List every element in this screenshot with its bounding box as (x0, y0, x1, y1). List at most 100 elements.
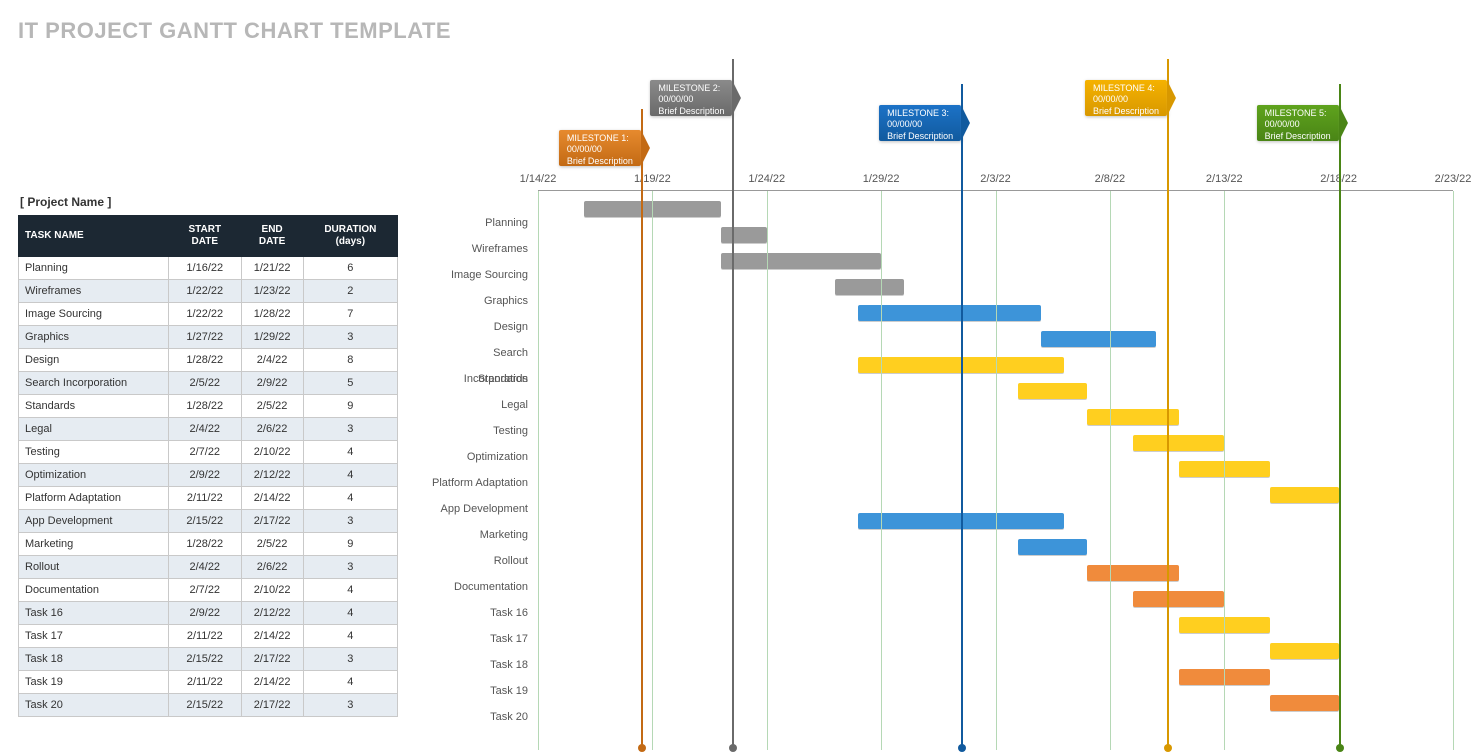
milestone-date: 00/00/00 (658, 94, 724, 105)
cell-duration: 3 (303, 648, 397, 671)
cell-start-date: 1/27/22 (169, 326, 242, 349)
table-row: Search Incorporation2/5/222/9/225 (19, 372, 398, 395)
cell-duration: 4 (303, 625, 397, 648)
cell-duration: 2 (303, 280, 397, 303)
cell-task-name: Marketing (19, 533, 169, 556)
gantt-row-label: Task 17 (428, 626, 528, 652)
milestone-line (641, 109, 643, 750)
gantt-bar (1087, 409, 1179, 425)
milestone-title: MILESTONE 2: (658, 83, 724, 94)
milestone-desc: Brief Description (567, 156, 633, 167)
gantt-bar (1018, 383, 1087, 399)
cell-task-name: Testing (19, 441, 169, 464)
milestone-line (732, 59, 734, 750)
gridline (1224, 191, 1225, 750)
gantt-bar (1270, 695, 1339, 711)
cell-end-date: 2/10/22 (241, 441, 303, 464)
cell-duration: 4 (303, 487, 397, 510)
gantt-row-label: Rollout (428, 548, 528, 574)
cell-duration: 3 (303, 510, 397, 533)
table-row: Testing2/7/222/10/224 (19, 441, 398, 464)
milestone-title: MILESTONE 3: (887, 108, 953, 119)
milestone-line (961, 84, 963, 750)
milestone-title: MILESTONE 5: (1265, 108, 1331, 119)
cell-end-date: 2/17/22 (241, 510, 303, 533)
cell-task-name: Design (19, 349, 169, 372)
table-row: Task 172/11/222/14/224 (19, 625, 398, 648)
cell-end-date: 2/10/22 (241, 579, 303, 602)
milestone-banner: MILESTONE 1:00/00/00Brief Description (559, 130, 641, 166)
col-end-date: END DATE (241, 216, 303, 257)
gantt-row-label: Task 18 (428, 652, 528, 678)
table-row: Planning1/16/221/21/226 (19, 257, 398, 280)
table-row: Task 202/15/222/17/223 (19, 694, 398, 717)
milestone-line (1339, 84, 1341, 750)
gantt-bar (1041, 331, 1155, 347)
table-row: Task 192/11/222/14/224 (19, 671, 398, 694)
gridline (881, 191, 882, 750)
axis-tick-label: 2/8/22 (1095, 173, 1126, 185)
table-row: Legal2/4/222/6/223 (19, 418, 398, 441)
axis-tick-label: 2/23/22 (1435, 173, 1471, 185)
gridline (1453, 191, 1454, 750)
cell-start-date: 2/5/22 (169, 372, 242, 395)
cell-end-date: 2/14/22 (241, 671, 303, 694)
gantt-bar (1133, 435, 1225, 451)
cell-end-date: 2/5/22 (241, 395, 303, 418)
gantt-row-label: Task 19 (428, 678, 528, 704)
cell-start-date: 2/9/22 (169, 602, 242, 625)
cell-task-name: Image Sourcing (19, 303, 169, 326)
cell-task-name: Planning (19, 257, 169, 280)
cell-duration: 3 (303, 694, 397, 717)
cell-end-date: 2/14/22 (241, 487, 303, 510)
gantt-bar (1133, 591, 1225, 607)
axis-tick-label: 2/3/22 (980, 173, 1011, 185)
axis-tick-label: 1/24/22 (748, 173, 785, 185)
milestone-banner: MILESTONE 3:00/00/00Brief Description (879, 105, 961, 141)
milestone-desc: Brief Description (1265, 131, 1331, 142)
gantt-bar (1018, 539, 1087, 555)
cell-end-date: 2/6/22 (241, 556, 303, 579)
milestone-desc: Brief Description (887, 131, 953, 142)
gantt-row-label: Search Incorporation (428, 340, 528, 366)
col-task-name: TASK NAME (19, 216, 169, 257)
table-row: Platform Adaptation2/11/222/14/224 (19, 487, 398, 510)
cell-end-date: 2/17/22 (241, 694, 303, 717)
cell-task-name: Task 19 (19, 671, 169, 694)
gantt-bar (858, 305, 1041, 321)
cell-task-name: Standards (19, 395, 169, 418)
gantt-bar (721, 227, 767, 243)
milestone-desc: Brief Description (1093, 106, 1159, 117)
cell-start-date: 2/15/22 (169, 694, 242, 717)
gantt-row-label: Task 16 (428, 600, 528, 626)
cell-duration: 4 (303, 441, 397, 464)
cell-end-date: 2/12/22 (241, 602, 303, 625)
table-row: Standards1/28/222/5/229 (19, 395, 398, 418)
cell-task-name: Optimization (19, 464, 169, 487)
cell-duration: 9 (303, 533, 397, 556)
cell-start-date: 1/28/22 (169, 395, 242, 418)
cell-duration: 4 (303, 671, 397, 694)
cell-start-date: 2/4/22 (169, 556, 242, 579)
gantt-row-label: Documentation (428, 574, 528, 600)
cell-end-date: 1/28/22 (241, 303, 303, 326)
milestone-banner: MILESTONE 4:00/00/00Brief Description (1085, 80, 1167, 116)
cell-start-date: 2/4/22 (169, 418, 242, 441)
cell-duration: 4 (303, 464, 397, 487)
gantt-row-label: App Development (428, 496, 528, 522)
cell-end-date: 1/29/22 (241, 326, 303, 349)
table-row: Documentation2/7/222/10/224 (19, 579, 398, 602)
cell-task-name: Rollout (19, 556, 169, 579)
gantt-row-labels: PlanningWireframesImage SourcingGraphics… (428, 190, 538, 730)
col-start-date: START DATE (169, 216, 242, 257)
cell-task-name: App Development (19, 510, 169, 533)
cell-end-date: 2/4/22 (241, 349, 303, 372)
gantt-row-label: Legal (428, 392, 528, 418)
cell-end-date: 2/6/22 (241, 418, 303, 441)
gantt-row-label: Standards (428, 366, 528, 392)
table-row: Design1/28/222/4/228 (19, 349, 398, 372)
cell-duration: 3 (303, 418, 397, 441)
cell-start-date: 2/9/22 (169, 464, 242, 487)
gantt-bar (721, 253, 881, 269)
task-table-panel: [ Project Name ] TASK NAME START DATE EN… (18, 195, 398, 717)
